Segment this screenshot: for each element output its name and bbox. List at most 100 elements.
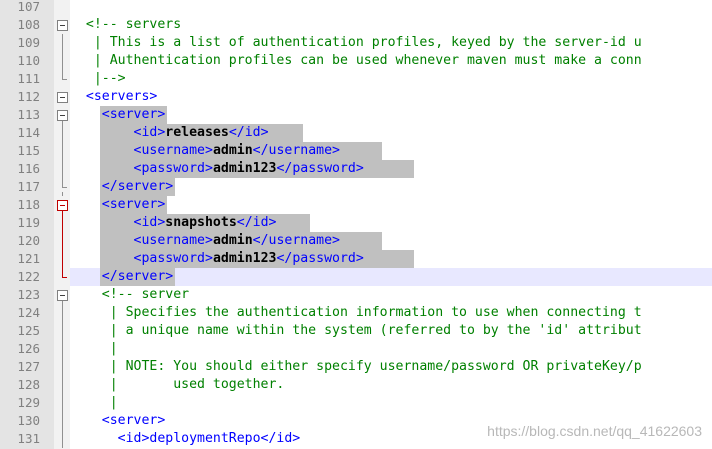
xml-text: admin123 [212,161,277,176]
line-number: 117 [17,179,40,194]
code-line[interactable]: 113 <server> [0,106,712,124]
xml-comment: |--> [70,71,126,86]
line-text: <server> [70,412,166,430]
xml-tag: <id> [133,215,166,230]
fold-line [62,322,63,340]
xml-tag: </password> [276,251,364,266]
xml-text [70,179,102,194]
line-number: 126 [17,341,40,356]
line-text: | Specifies the authentication informati… [70,304,642,322]
xml-tag: <server> [101,107,166,122]
fold-collapse-icon[interactable] [57,20,68,31]
xml-tag: </username> [252,233,340,248]
code-line[interactable]: 123 <!-- server [0,286,712,304]
fold-line [62,124,63,142]
xml-tag: </id> [228,125,269,140]
line-number: 129 [17,395,40,410]
line-text: <id>deploymentRepo</id> [70,430,301,448]
code-line[interactable]: 107 [0,0,712,16]
xml-tag: <server> [101,197,166,212]
line-text: | [70,394,118,412]
xml-text [70,215,134,230]
xml-comment: | a unique name within the system (refer… [70,323,642,338]
code-line[interactable]: 129 | [0,394,712,412]
line-number: 109 [17,35,40,50]
line-number: 113 [17,107,40,122]
code-line[interactable]: 127 | NOTE: You should either specify us… [0,358,712,376]
xml-tag: <id>deploymentRepo</id> [70,431,301,446]
line-number: 123 [17,287,40,302]
fold-line [62,430,63,448]
xml-text [70,143,134,158]
code-line[interactable]: 125 | a unique name within the system (r… [0,322,712,340]
fold-line [62,142,63,160]
code-line[interactable]: 111 |--> [0,70,712,88]
xml-tag: </id> [236,215,277,230]
line-number: 119 [17,215,40,230]
xml-comment: | This is a list of authentication profi… [70,35,642,50]
xml-text [70,269,102,284]
code-line[interactable]: 126 | [0,340,712,358]
code-line[interactable]: 108 <!-- servers [0,16,712,34]
fold-line [62,340,63,358]
fold-end-icon [62,277,67,278]
fold-collapse-icon[interactable] [57,110,68,121]
line-text: <username>admin</username> [70,232,340,250]
line-text: <server> [70,196,166,214]
xml-tag: <username> [133,143,213,158]
fold-collapse-icon[interactable] [57,290,68,301]
code-line[interactable]: 114 <id>releases</id> [0,124,712,142]
fold-end-icon [62,79,67,80]
code-line[interactable]: 122 </server> [0,268,712,286]
code-line[interactable]: 117 </server> [0,178,712,196]
code-line[interactable]: 119 <id>snapshots</id> [0,214,712,232]
code-editor[interactable]: 107 108 <!-- servers 109 | This is a list … [0,0,712,449]
xml-comment: | Specifies the authentication informati… [70,305,642,320]
fold-line [62,52,63,70]
line-text: | a unique name within the system (refer… [70,322,642,340]
line-number: 130 [17,413,40,428]
xml-text [70,233,134,248]
code-line[interactable]: 110 | Authentication profiles can be use… [0,52,712,70]
line-text: <server> [70,106,166,124]
line-number: 108 [17,17,40,32]
code-line[interactable]: 120 <username>admin</username> [0,232,712,250]
line-number: 115 [17,143,40,158]
xml-tag: <server> [70,413,166,428]
code-line[interactable]: 115 <username>admin</username> [0,142,712,160]
xml-comment: <!-- server [70,287,190,302]
xml-text [70,125,134,140]
xml-tag: <id> [133,125,166,140]
code-line[interactable]: 124 | Specifies the authentication infor… [0,304,712,322]
line-number: 125 [17,323,40,338]
line-number: 111 [17,71,40,86]
xml-comment: | [70,341,118,356]
xml-comment: | NOTE: You should either specify userna… [70,359,642,374]
xml-comment: | [70,395,118,410]
xml-tag: </server> [101,269,174,284]
line-number: 114 [17,125,40,140]
code-line[interactable]: 118 <server> [0,196,712,214]
code-line[interactable]: 121 <password>admin123</password> [0,250,712,268]
line-text: </server> [70,268,173,286]
line-text: <password>admin123</password> [70,250,364,268]
xml-comment: <!-- servers [70,17,182,32]
line-text: <servers> [70,88,157,106]
line-text: <id>releases</id> [70,124,269,142]
fold-collapse-icon[interactable] [57,92,68,103]
line-text: <id>snapshots</id> [70,214,277,232]
code-line[interactable]: 116 <password>admin123</password> [0,160,712,178]
fold-line [62,412,63,430]
code-line[interactable]: 128 | used together. [0,376,712,394]
fold-line [62,358,63,376]
xml-text [70,161,134,176]
fold-collapse-icon[interactable] [57,200,68,211]
xml-tag: </username> [252,143,340,158]
code-line[interactable]: 112 <servers> [0,88,712,106]
code-line[interactable]: 109 | This is a list of authentication p… [0,34,712,52]
line-text: <!-- servers [70,16,181,34]
fold-line [62,160,63,178]
line-text: | NOTE: You should either specify userna… [70,358,642,376]
line-text: <!-- server [70,286,189,304]
xml-text: admin [212,233,253,248]
